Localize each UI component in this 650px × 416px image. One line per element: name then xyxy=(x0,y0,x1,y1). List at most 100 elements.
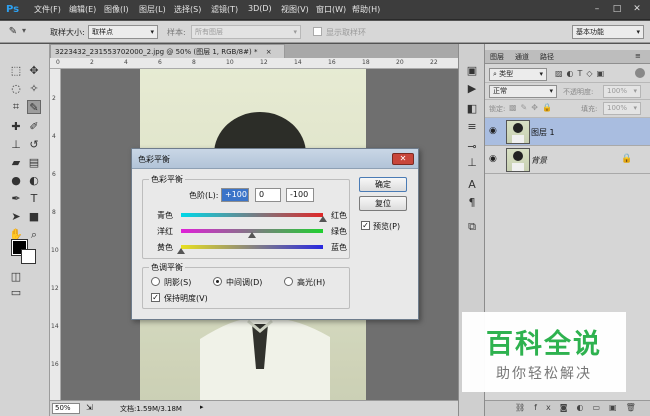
pen-tool-icon[interactable]: ✒ xyxy=(9,192,23,206)
clone-source-panel-icon[interactable]: ⊥ xyxy=(465,156,479,170)
fill-field[interactable]: 100% ▾ xyxy=(603,102,641,115)
adjustments-panel-icon[interactable]: ◧ xyxy=(465,102,479,116)
status-nav-icon[interactable]: ⇲ xyxy=(86,403,93,412)
ruler-v-label: 14 xyxy=(51,323,59,330)
gradient-tool-icon[interactable]: ▤ xyxy=(27,156,41,170)
close-window-button[interactable]: ✕ xyxy=(630,3,644,15)
history-panel-icon[interactable]: ▣ xyxy=(465,64,479,78)
layer-row-background[interactable]: ◉ 背景 🔒 xyxy=(485,146,650,174)
cyan-red-track[interactable] xyxy=(181,213,323,217)
menu-image[interactable]: 图像(I) xyxy=(104,4,129,15)
status-arrow-icon[interactable]: ▸ xyxy=(200,403,204,411)
lasso-tool-icon[interactable]: ◌ xyxy=(9,82,23,96)
highlights-radio[interactable] xyxy=(284,277,293,286)
eye-icon[interactable]: ◉ xyxy=(489,126,497,136)
lock-icons[interactable]: ▩✎✥🔒 xyxy=(509,103,556,112)
blur-tool-icon[interactable]: ● xyxy=(9,174,23,188)
properties-panel-icon[interactable]: ≡ xyxy=(465,120,479,134)
reset-button[interactable]: 复位 xyxy=(359,196,407,211)
workspace-select[interactable]: 基本功能 ▾ xyxy=(572,25,644,39)
slider-left-label: 青色 xyxy=(157,211,173,220)
dialog-title-bar[interactable]: 色彩平衡 ✕ xyxy=(132,149,418,169)
path-select-tool-icon[interactable]: ➤ xyxy=(9,210,23,224)
quick-select-tool-icon[interactable]: ✧ xyxy=(27,82,41,96)
show-ring-checkbox[interactable] xyxy=(313,27,322,36)
yellow-blue-slider-thumb[interactable] xyxy=(177,248,185,254)
eyedropper-icon[interactable]: ✎ xyxy=(6,25,20,39)
3d-panel-icon[interactable]: ⧉ xyxy=(465,220,479,234)
sample-size-select[interactable]: 取样点 ▾ xyxy=(88,25,158,39)
options-bar: ✎ ▾ 取样大小: 取样点 ▾ 样本: 所有图层 ▾ 显示取样环 基本功能 ▾ xyxy=(0,21,650,43)
layers-panel-tabs: 图层 通道 路径 ≡ xyxy=(485,50,650,64)
blend-mode-select[interactable]: 正常 ▾ xyxy=(489,85,557,98)
type-tool-icon[interactable]: T xyxy=(27,192,41,206)
healing-brush-tool-icon[interactable]: ✚ xyxy=(9,120,23,134)
menu-3d[interactable]: 3D(D) xyxy=(248,4,272,13)
panel-menu-icon[interactable]: ≡ xyxy=(635,52,641,60)
quick-mask-icon[interactable]: ◫ xyxy=(9,270,23,284)
filter-type-icons[interactable]: ▨◐T◇▣ xyxy=(555,69,608,78)
midtones-radio[interactable] xyxy=(213,277,222,286)
level-magenta-green-field[interactable]: 0 xyxy=(255,188,281,202)
dodge-tool-icon[interactable]: ◐ xyxy=(27,174,41,188)
screen-mode-icon[interactable]: ▭ xyxy=(9,286,23,300)
history-brush-tool-icon[interactable]: ↺ xyxy=(27,138,41,152)
menu-edit[interactable]: 编辑(E) xyxy=(69,4,96,15)
layer-row-layer1[interactable]: ◉ 图层 1 xyxy=(485,118,650,146)
clone-stamp-tool-icon[interactable]: ⊥ xyxy=(9,138,23,152)
brush-panel-icon[interactable]: ⊸ xyxy=(465,140,479,154)
menu-filter[interactable]: 滤镜(T) xyxy=(211,4,238,15)
tab-paths[interactable]: 路径 xyxy=(540,52,554,62)
cyan-red-slider-thumb[interactable] xyxy=(319,216,327,222)
menu-window[interactable]: 窗口(W) xyxy=(316,4,346,15)
character-panel-icon[interactable]: A xyxy=(465,178,479,192)
level-yellow-blue-field[interactable]: -100 xyxy=(286,188,314,202)
eraser-tool-icon[interactable]: ▰ xyxy=(9,156,23,170)
menu-layer[interactable]: 图层(L) xyxy=(139,4,166,15)
menu-view[interactable]: 视图(V) xyxy=(281,4,309,15)
layer-action-icons[interactable]: ⛓fx◙◐▭▣🗑 xyxy=(515,403,645,412)
preserve-luminosity-checkbox[interactable]: ✓ xyxy=(151,293,160,302)
actions-panel-icon[interactable]: ▶ xyxy=(465,82,479,96)
lock-label: 锁定: xyxy=(489,105,506,113)
menu-file[interactable]: 文件(F) xyxy=(34,4,61,15)
move-tool-icon[interactable]: ✥ xyxy=(27,64,41,78)
shadows-radio[interactable] xyxy=(151,277,160,286)
layer-name[interactable]: 背景 xyxy=(531,155,547,166)
menu-select[interactable]: 选择(S) xyxy=(174,4,201,15)
yellow-blue-track[interactable] xyxy=(181,245,323,249)
brush-tool-icon[interactable]: ✐ xyxy=(27,120,41,134)
layer-name[interactable]: 图层 1 xyxy=(531,127,555,138)
level-cyan-red-field[interactable]: +100 xyxy=(221,188,249,202)
shape-tool-icon[interactable]: ■ xyxy=(27,210,41,224)
marquee-tool-icon[interactable]: ⬚ xyxy=(9,64,23,78)
filter-toggle-icon[interactable] xyxy=(635,68,645,78)
opacity-field[interactable]: 100% ▾ xyxy=(603,85,641,98)
kind-filter-select[interactable]: ⌕ 类型 ▾ xyxy=(489,68,547,81)
maximize-button[interactable]: □ xyxy=(610,3,624,15)
tab-layers[interactable]: 图层 xyxy=(490,52,504,62)
sample-select[interactable]: 所有图层 ▾ xyxy=(191,25,301,39)
tab-channels[interactable]: 通道 xyxy=(515,52,529,62)
ok-button[interactable]: 确定 xyxy=(359,177,407,192)
ruler-v-label: 2 xyxy=(52,95,56,102)
background-color-swatch[interactable] xyxy=(21,249,36,264)
eyedropper-tool-icon[interactable]: ✎ xyxy=(27,100,41,114)
slider-right-label: 绿色 xyxy=(331,227,347,236)
document-close-icon[interactable]: × xyxy=(266,48,272,56)
preview-label: 预览(P) xyxy=(373,222,401,231)
magenta-green-slider-thumb[interactable] xyxy=(248,232,256,238)
zoom-tool-icon[interactable]: ⌕ xyxy=(27,228,41,242)
document-tab[interactable]: 3223432_231553702000_2.jpg @ 50% (图层 1, … xyxy=(50,44,285,58)
zoom-field[interactable]: 50% xyxy=(52,403,80,414)
kind-filter-value: 类型 xyxy=(499,70,514,78)
menu-help[interactable]: 帮助(H) xyxy=(352,4,380,15)
preview-checkbox[interactable]: ✓ xyxy=(361,221,370,230)
crop-tool-icon[interactable]: ⌗ xyxy=(9,100,23,114)
tool-preset-caret-icon[interactable]: ▾ xyxy=(22,26,26,35)
eye-icon[interactable]: ◉ xyxy=(489,154,497,164)
paragraph-panel-icon[interactable]: ¶ xyxy=(465,196,479,210)
ruler-h-label: 12 xyxy=(260,59,268,66)
dialog-close-button[interactable]: ✕ xyxy=(392,153,414,165)
minimize-button[interactable]: – xyxy=(590,3,604,15)
